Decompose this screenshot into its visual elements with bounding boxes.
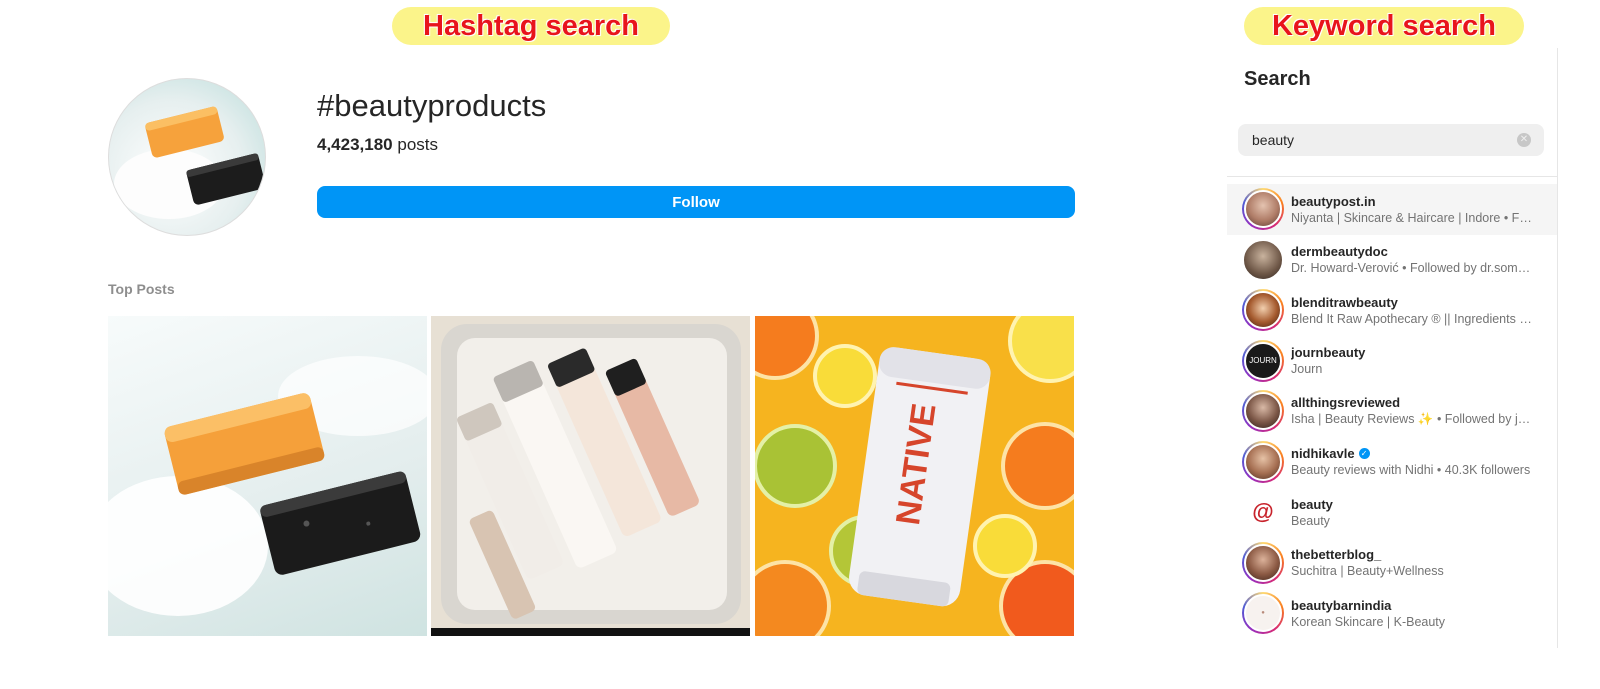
soap-post-image [108,356,427,616]
result-subtitle: Korean Skincare | K-Beauty [1291,614,1446,629]
keyword-search-banner: Keyword search [1244,7,1524,45]
post-count-number: 4,423,180 [317,135,393,154]
makeup-bag-image [431,316,750,628]
hashtag-avatar [108,78,266,236]
result-username: beautybarnindia [1291,597,1392,613]
result-username: dermbeautydoc [1291,244,1388,260]
result-subtitle: Isha | Beauty Reviews ✨ • Followed by jh… [1291,412,1537,427]
brand-logo-icon: ● [1242,592,1284,635]
search-panel: Search ✕ beautypost.inNiyanta | Skincare… [1227,48,1558,648]
search-result-item[interactable]: ● beautybarnindia Korean Skincare | K-Bea… [1227,588,1557,639]
result-username: nidhikavle ✓ [1291,446,1537,461]
journ-logo-icon: JOURN [1242,339,1284,382]
photo-avatar-icon [1242,289,1284,332]
result-subtitle: Beauty reviews with Nidhi • 40.3K follow… [1291,463,1531,478]
result-username-text: nidhikavle [1291,446,1355,462]
photo-avatar-icon [1242,238,1284,281]
search-heading: Search [1244,68,1311,90]
photo-avatar-icon [1242,390,1284,433]
post-count: 4,423,180 posts [317,135,438,155]
divider [1227,176,1557,177]
post-count-label: posts [397,135,439,154]
clear-search-icon[interactable]: ✕ [1517,133,1531,147]
top-post-2[interactable] [431,316,750,636]
result-username: beauty [1291,496,1333,512]
result-subtitle: Dr. Howard-Verović • Followed by dr.soma… [1291,261,1537,276]
search-result-item[interactable]: beautypost.in Niyanta | Skincare & Hairca… [1227,184,1557,235]
result-username: allthingsreviewed [1291,395,1401,411]
result-subtitle: Journ [1291,362,1323,377]
verified-badge-icon: ✓ [1358,448,1370,460]
search-results: beautypost.in Niyanta | Skincare & Hairca… [1227,184,1557,639]
photo-avatar-icon [1242,440,1284,483]
deodorant-citrus-image: NATIVE [755,316,1074,636]
search-result-item[interactable]: @ beauty Beauty [1227,487,1557,538]
soap-bars-image [114,106,265,219]
photo-avatar-icon [1242,541,1284,584]
photo-avatar-icon [1242,188,1284,231]
result-subtitle: Niyanta | Skincare & Haircare | Indore •… [1291,210,1537,225]
result-subtitle: Blend It Raw Apothecary ® || Ingredients… [1291,311,1537,326]
hashtag-title: #beautyproducts [317,88,547,123]
search-result-item[interactable]: allthingsreviewed Isha | Beauty Reviews ✨… [1227,386,1557,437]
at-symbol-icon: @ [1242,491,1284,534]
search-result-item[interactable]: JOURN journbeauty Journ [1227,336,1557,387]
search-result-item[interactable]: blenditrawbeauty Blend It Raw Apothecary … [1227,285,1557,336]
result-username: blenditrawbeauty [1291,294,1398,310]
search-result-item[interactable]: dermbeautydoc Dr. Howard-Verović • Follow… [1227,235,1557,286]
result-username: beautypost.in [1291,193,1376,209]
top-post-3[interactable]: NATIVE [755,316,1074,636]
result-subtitle: Beauty [1291,513,1330,528]
top-post-1[interactable] [108,316,427,636]
result-subtitle: Suchitra | Beauty+Wellness [1291,564,1444,579]
result-username: thebetterblog_ [1291,547,1382,563]
follow-button[interactable]: Follow [317,186,1075,218]
search-result-item[interactable]: thebetterblog_ Suchitra | Beauty+Wellness [1227,538,1557,589]
search-result-item[interactable]: nidhikavle ✓ Beauty reviews with Nidhi • 4… [1227,437,1557,488]
search-input[interactable] [1238,124,1544,156]
hashtag-search-banner: Hashtag search [392,7,670,45]
top-posts-title: Top Posts [108,281,175,297]
result-username: journbeauty [1291,345,1366,361]
